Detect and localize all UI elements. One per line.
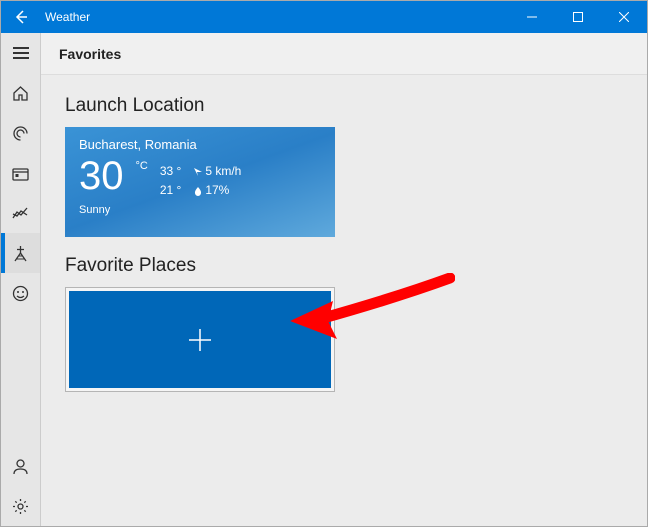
- radar-icon: [12, 125, 29, 142]
- favorites-icon: [12, 245, 29, 262]
- close-button[interactable]: [601, 1, 647, 33]
- plus-icon: [185, 325, 215, 355]
- section-launch-location-title: Launch Location: [65, 95, 623, 117]
- tile-low: 21 °: [160, 181, 181, 200]
- home-icon: [12, 85, 29, 102]
- hamburger-button[interactable]: [1, 33, 40, 73]
- menu-icon: [13, 47, 29, 59]
- tile-location: Bucharest, Romania: [79, 137, 321, 152]
- tile-humidity: 17%: [193, 181, 241, 200]
- tile-wind: 5 km/h: [193, 162, 241, 181]
- sidebar-item-news[interactable]: [1, 193, 40, 233]
- minimize-button[interactable]: [509, 1, 555, 33]
- sidebar-item-account[interactable]: [1, 446, 40, 486]
- history-icon: [12, 166, 29, 181]
- back-button[interactable]: [1, 1, 41, 33]
- wind-icon: [193, 167, 203, 177]
- sidebar-item-maps[interactable]: [1, 113, 40, 153]
- settings-icon: [12, 498, 29, 515]
- sidebar-item-feedback[interactable]: [1, 273, 40, 313]
- tile-condition: Sunny: [79, 204, 321, 216]
- sidebar-item-settings[interactable]: [1, 486, 40, 526]
- app-title: Weather: [41, 10, 509, 24]
- sidebar-item-favorites[interactable]: [1, 233, 40, 273]
- account-icon: [12, 458, 29, 475]
- sidebar: [1, 33, 41, 526]
- annotation-arrow: [285, 273, 455, 343]
- chart-icon: [12, 206, 29, 221]
- page-header: Favorites: [41, 33, 647, 75]
- tile-temperature: 30: [79, 156, 124, 196]
- humidity-icon: [193, 186, 203, 196]
- page-title: Favorites: [59, 46, 121, 62]
- maximize-button[interactable]: [555, 1, 601, 33]
- title-bar: Weather: [1, 1, 647, 33]
- window-controls: [509, 1, 647, 33]
- sidebar-item-forecast[interactable]: [1, 73, 40, 113]
- feedback-icon: [12, 285, 29, 302]
- tile-unit: °C: [136, 156, 148, 172]
- sidebar-item-historical[interactable]: [1, 153, 40, 193]
- launch-location-tile[interactable]: Bucharest, Romania 30 °C 33 ° 21 ° 5 km/…: [65, 127, 335, 237]
- tile-high: 33 °: [160, 162, 181, 181]
